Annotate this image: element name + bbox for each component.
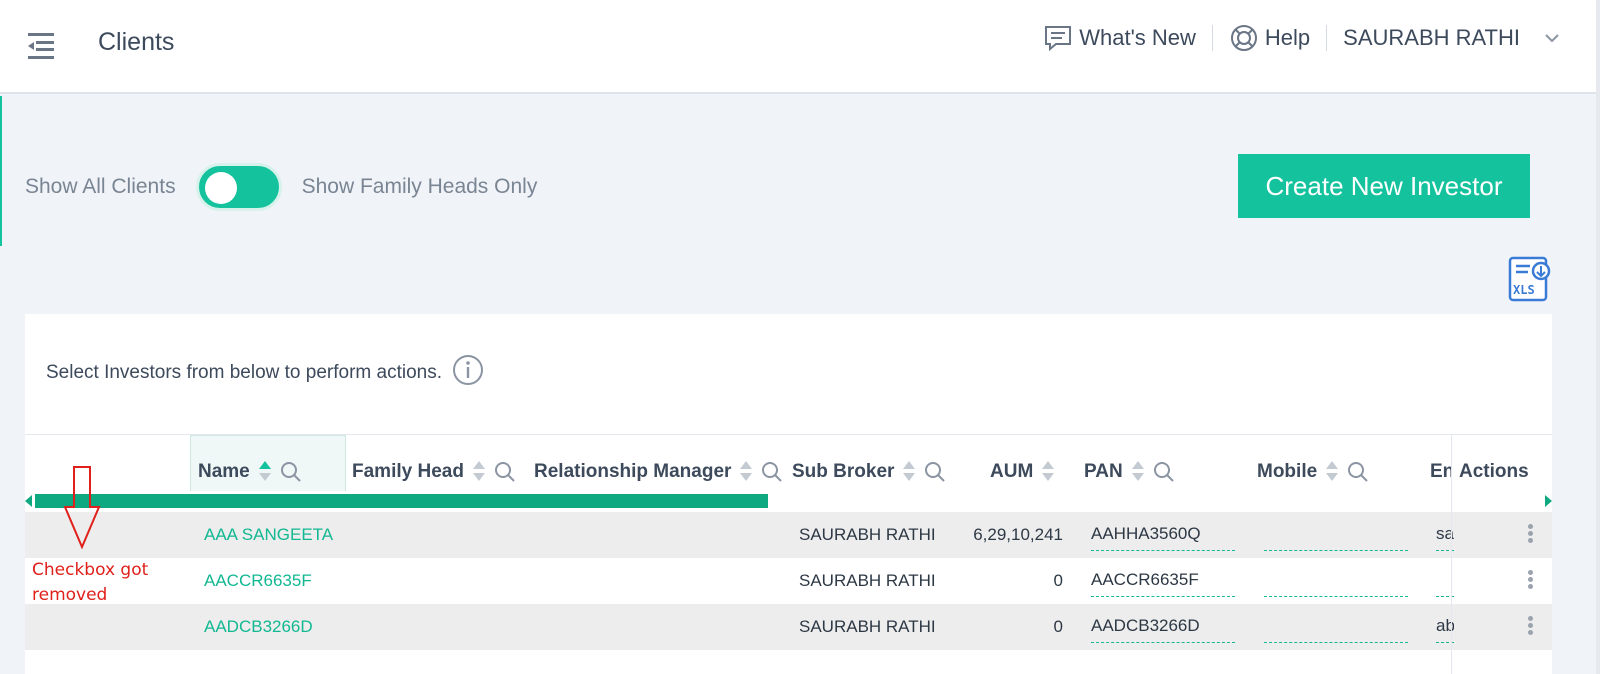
divider [1326,25,1328,51]
mobile-field[interactable] [1264,609,1408,643]
xls-export-icon[interactable]: XLS [1508,256,1552,302]
sub-broker-cell: SAURABH RATHI [799,571,936,590]
column-header-name[interactable]: Name [190,435,346,491]
help-label: Help [1264,25,1311,50]
sub-broker-cell: SAURABH RATHI [799,525,936,544]
toggle-knob [204,172,237,204]
sort-icon[interactable] [1325,459,1339,483]
divider [1211,25,1213,51]
column-header-email[interactable]: En [1430,435,1452,491]
scroll-thumb[interactable] [35,494,768,508]
whats-new-link[interactable]: What's New [1043,23,1196,53]
annotation-line-1: Checkbox got [32,560,149,580]
page-title: Clients [98,28,175,56]
sort-icon[interactable] [1131,459,1145,483]
client-filter-toggle-row: Show All Clients Show Family Heads Only [25,162,537,212]
column-email-label: En [1430,461,1452,482]
sub-broker-cell: SAURABH RATHI [799,617,936,636]
aum-cell: 0 [1053,617,1063,636]
sort-icon[interactable] [739,459,753,483]
table-row[interactable]: AAA SANGEETA SAURABH RATHI 6,29,10,241 A… [25,512,1552,558]
search-icon[interactable] [1347,461,1369,483]
sort-icon[interactable] [1041,459,1055,483]
sort-icon[interactable] [472,459,486,483]
scroll-left-arrow-icon[interactable] [25,495,32,507]
info-icon[interactable] [452,354,484,392]
top-right-nav: What's New Help SAURABH RATHI [1043,20,1560,56]
help-link[interactable]: Help [1229,23,1310,53]
table-row[interactable]: AACCR6635F SAURABH RATHI 0 AACCR6635F [25,558,1552,604]
client-name-link[interactable]: AACCR6635F [204,558,312,604]
page-scrollbar[interactable] [1596,0,1600,674]
user-menu[interactable]: SAURABH RATHI [1343,25,1560,51]
annotation-line-2: removed [32,585,108,605]
xls-label: XLS [1513,283,1535,297]
aum-cell: 6,29,10,241 [973,525,1063,544]
client-name-link[interactable]: AADCB3266D [204,604,313,650]
mobile-field[interactable] [1264,517,1408,551]
column-header-aum[interactable]: AUM [990,435,1055,491]
search-icon[interactable] [924,461,946,483]
table-row[interactable]: AADCB3266D SAURABH RATHI 0 AADCB3266D ab [25,604,1552,650]
create-new-investor-button[interactable]: Create New Investor [1238,154,1530,218]
column-header-relationship-manager[interactable]: Relationship Manager [534,435,783,491]
column-aum-label: AUM [990,461,1034,482]
table-horizontal-scrollbar[interactable] [25,490,1552,512]
pan-field[interactable]: AACCR6635F [1091,563,1235,597]
collapse-menu-icon[interactable] [24,30,56,62]
instruction-text: Select Investors from below to perform a… [46,362,442,383]
annotation-text: Checkbox got removed [32,558,148,608]
whats-new-label: What's New [1079,25,1196,50]
column-rm-label: Relationship Manager [534,461,732,482]
lifebuoy-icon [1229,23,1259,53]
family-heads-toggle[interactable] [195,163,282,211]
column-family-head-label: Family Head [352,461,464,482]
column-header-family-head[interactable]: Family Head [352,435,516,491]
show-family-heads-label: Show Family Heads Only [301,175,538,198]
sort-icon[interactable] [902,459,916,483]
show-all-clients-label: Show All Clients [25,175,176,198]
annotation-arrow-icon [63,466,101,549]
chevron-down-icon [1544,32,1560,44]
user-name: SAURABH RATHI [1343,25,1520,50]
search-icon[interactable] [761,461,783,483]
mobile-field[interactable] [1264,563,1408,597]
search-icon[interactable] [494,461,516,483]
table-header: Name Family Head Relationship Manager Su… [25,434,1552,491]
actions-column-divider [1451,434,1552,674]
sort-ascending-icon[interactable] [258,459,272,483]
client-name-link[interactable]: AAA SANGEETA [204,512,333,558]
search-icon[interactable] [1153,461,1175,483]
column-name-label: Name [198,461,250,482]
search-icon[interactable] [280,461,302,483]
accent-strip [0,96,2,246]
column-header-sub-broker[interactable]: Sub Broker [792,435,946,491]
investors-card: Select Investors from below to perform a… [25,314,1552,674]
top-bar: Clients What's New Help SAURABH RATHI [0,0,1600,94]
instruction-row: Select Investors from below to perform a… [46,354,484,392]
chat-bubble-icon [1043,23,1073,53]
pan-field[interactable]: AADCB3266D [1091,609,1235,643]
column-header-mobile[interactable]: Mobile [1257,435,1369,491]
aum-cell: 0 [1053,571,1063,590]
pan-field[interactable]: AAHHA3560Q [1091,517,1235,551]
column-pan-label: PAN [1084,461,1123,482]
column-header-pan[interactable]: PAN [1084,435,1175,491]
column-mobile-label: Mobile [1257,461,1318,482]
column-sub-broker-label: Sub Broker [792,461,895,482]
